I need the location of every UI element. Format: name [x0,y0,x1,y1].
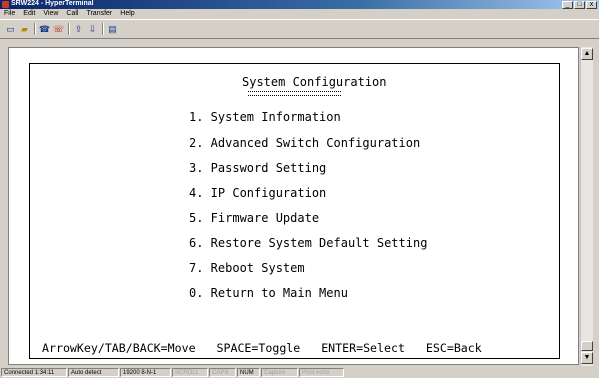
status-scroll: SCROLL [172,368,208,377]
scroll-thumb[interactable] [581,341,593,351]
vertical-scrollbar[interactable]: ▲ ▼ [580,47,593,366]
scroll-up-icon[interactable]: ▲ [581,48,593,60]
minimize-button[interactable]: _ [562,1,573,9]
status-capture: Capture [261,368,298,377]
status-settings: 19200 8-N-1 [120,368,171,377]
toolbar: ▭ ▰ ☎ ☏ ⇪ ⇩ ▤ [0,19,599,39]
menu-help[interactable]: Help [116,9,138,19]
title-bar: SRW224 - HyperTerminal _ □ x [0,0,599,9]
menu-call[interactable]: Call [62,9,82,19]
open-icon[interactable]: ▰ [18,23,31,35]
menu-item-return-main-menu[interactable]: 0. Return to Main Menu [189,286,348,300]
menu-view[interactable]: View [39,9,62,19]
properties-icon[interactable]: ▤ [106,23,119,35]
menu-item-restore-default[interactable]: 6. Restore System Default Setting [189,236,427,250]
window-title: SRW224 - HyperTerminal [11,0,94,7]
status-detect: Auto detect [68,368,119,377]
close-button[interactable]: x [586,1,597,9]
key-help-footer: ArrowKey/TAB/BACK=Move SPACE=Toggle ENTE… [42,341,482,355]
menu-file[interactable]: File [0,9,19,19]
status-bar: Connected 1:34:11 Auto detect 19200 8-N-… [0,367,599,378]
title-underline [248,91,341,96]
status-caps: CAPS [209,368,236,377]
menu-item-reboot-system[interactable]: 7. Reboot System [189,261,305,275]
send-icon[interactable]: ⇪ [72,23,85,35]
receive-icon[interactable]: ⇩ [86,23,99,35]
status-print-echo: Print echo [299,368,344,377]
page-title: System Configuration [242,75,387,89]
hyperterminal-icon [2,1,9,8]
menu-item-ip-configuration[interactable]: 4. IP Configuration [189,186,326,200]
menu-item-advanced-switch-configuration[interactable]: 2. Advanced Switch Configuration [189,136,420,150]
menu-item-password-setting[interactable]: 3. Password Setting [189,161,326,175]
menu-edit[interactable]: Edit [19,9,39,19]
status-connected: Connected 1:34:11 [1,368,67,377]
disconnect-icon[interactable]: ☏ [52,23,65,35]
menu-item-firmware-update[interactable]: 5. Firmware Update [189,211,319,225]
maximize-button[interactable]: □ [574,1,585,9]
scroll-down-icon[interactable]: ▼ [581,352,593,364]
connect-icon[interactable]: ☎ [38,23,51,35]
status-num: NUM [237,368,260,377]
menu-bar: File Edit View Call Transfer Help [0,9,599,19]
new-icon[interactable]: ▭ [4,23,17,35]
menu-transfer[interactable]: Transfer [82,9,116,19]
menu-item-system-information[interactable]: 1. System Information [189,110,341,124]
